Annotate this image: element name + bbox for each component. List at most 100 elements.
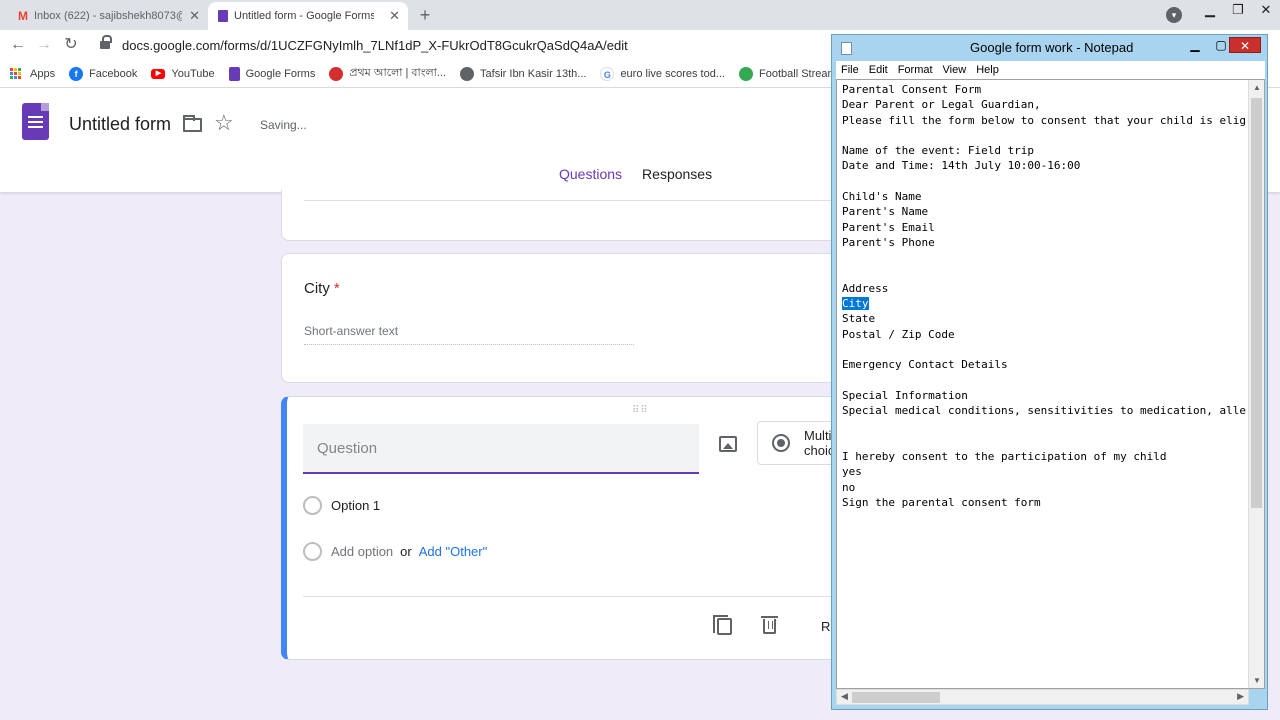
notepad-line-text: Date and Time: 14th July 10:00-16:00 xyxy=(842,159,1081,173)
bookmark-label: Apps xyxy=(30,67,56,80)
notepad-line-text: Name of the event: Field trip xyxy=(842,144,1035,158)
youtube-icon: ▶ xyxy=(151,68,166,79)
notepad-line-text: Parent's Name xyxy=(842,205,929,219)
notepad-line: Child's Name xyxy=(842,189,1246,204)
minimize-icon[interactable]: ▁ xyxy=(1182,37,1208,53)
bookmark-label: Google Forms xyxy=(245,67,316,80)
notepad-line-text: Dear Parent or Legal Guardian, xyxy=(842,98,1041,112)
scroll-thumb[interactable] xyxy=(852,692,940,703)
notepad-text-area[interactable]: Parental Consent Form Dear Parent or Lega… xyxy=(836,79,1265,689)
close-tab-icon[interactable]: ✕ xyxy=(189,8,200,24)
radio-selected-icon xyxy=(772,434,790,452)
gmail-icon: M xyxy=(18,9,28,23)
question-card-city[interactable]: City * Short-answer text xyxy=(281,253,841,383)
scroll-left-icon[interactable]: ◀ xyxy=(841,691,848,702)
folder-icon[interactable] xyxy=(183,115,202,132)
horizontal-scrollbar[interactable]: ◀ ▶ xyxy=(836,689,1249,705)
notepad-line-text: Special medical conditions, sensitivitie… xyxy=(842,404,1246,418)
notepad-titlebar[interactable]: Google form work - Notepad ▁ ▢ ✕ xyxy=(832,35,1267,61)
previous-question-card[interactable] xyxy=(281,190,844,241)
tab-responses[interactable]: Responses xyxy=(632,166,722,193)
google-icon: G xyxy=(600,66,615,81)
vertical-scrollbar[interactable]: ▲ ▼ xyxy=(1248,80,1264,688)
bookmark-tafsir[interactable]: Tafsir Ibn Kasir 13th... xyxy=(460,66,587,81)
bookmark-label: প্রথম আলো | বাংলা... xyxy=(349,67,447,79)
minimize-icon[interactable]: ▁ xyxy=(1196,0,1224,22)
bookmark-label: euro live scores tod... xyxy=(620,67,725,80)
menu-format[interactable]: Format xyxy=(898,64,933,76)
notepad-line-text: State xyxy=(842,312,876,326)
notepad-line: Postal / Zip Code xyxy=(842,327,1246,342)
back-icon[interactable]: ← xyxy=(8,35,28,55)
scroll-thumb[interactable] xyxy=(1251,98,1262,508)
notepad-icon xyxy=(841,42,852,55)
save-status: Saving... xyxy=(260,118,307,132)
close-icon[interactable]: ✕ xyxy=(1229,37,1261,53)
menu-edit[interactable]: Edit xyxy=(869,64,888,76)
scroll-down-icon[interactable]: ▼ xyxy=(1253,676,1261,685)
card-footer-divider xyxy=(303,596,843,597)
close-tab-icon[interactable]: ✕ xyxy=(389,8,400,24)
forward-icon[interactable]: → xyxy=(34,35,54,55)
notepad-line: Sign the parental consent form xyxy=(842,495,1246,510)
notepad-line: Special Information xyxy=(842,388,1246,403)
scroll-right-icon[interactable]: ▶ xyxy=(1237,691,1244,702)
bookmark-facebook[interactable]: f Facebook xyxy=(69,66,138,81)
add-other-link[interactable]: Add "Other" xyxy=(419,544,488,559)
profile-icon[interactable]: ▾ xyxy=(1166,7,1182,23)
notepad-line xyxy=(842,419,1246,434)
bookmark-label: Tafsir Ibn Kasir 13th... xyxy=(480,67,587,80)
notepad-line: I hereby consent to the participation of… xyxy=(842,449,1246,464)
form-title[interactable]: Untitled form xyxy=(69,114,171,135)
menu-file[interactable]: File xyxy=(841,64,859,76)
notepad-line: Special medical conditions, sensitivitie… xyxy=(842,403,1246,418)
new-tab-button[interactable]: + xyxy=(414,4,436,26)
active-question-card[interactable]: ⠿⠿ Question Multiple choice Option 1 Add… xyxy=(281,396,874,660)
notepad-line: Parent's Phone xyxy=(842,235,1246,250)
notepad-line: Parental Consent Form xyxy=(842,82,1246,97)
notepad-menubar: File Edit Format View Help xyxy=(836,61,1265,79)
bookmark-prothom-alo[interactable]: প্রথম আলো | বাংলা... xyxy=(329,64,446,83)
bookmark-label: Facebook xyxy=(89,67,138,80)
tab-questions[interactable]: Questions xyxy=(549,166,633,193)
facebook-icon: f xyxy=(69,66,84,81)
restore-icon[interactable]: ❐ xyxy=(1224,0,1252,22)
tab-google-forms[interactable]: Untitled form - Google Forms ✕ xyxy=(208,2,408,30)
option-row[interactable]: Option 1 xyxy=(303,496,380,515)
selected-text: City xyxy=(842,297,869,311)
menu-help[interactable]: Help xyxy=(976,64,999,76)
notepad-line-text: Sign the parental consent form xyxy=(842,496,1041,510)
bookmark-youtube[interactable]: ▶ YouTube xyxy=(151,68,215,80)
notepad-line-text: no xyxy=(842,480,856,494)
bookmark-apps[interactable]: Apps xyxy=(10,67,56,80)
forms-tabs: Questions Responses xyxy=(549,166,722,193)
star-icon[interactable]: ☆ xyxy=(214,110,234,136)
bookmark-euro-scores[interactable]: G euro live scores tod... xyxy=(600,66,725,81)
notepad-line: Please fill the form below to consent th… xyxy=(842,113,1246,128)
question-title: City * xyxy=(304,280,340,297)
bookmark-google-forms[interactable]: Google Forms xyxy=(228,66,316,81)
drag-handle-icon[interactable]: ⠿⠿ xyxy=(632,405,649,416)
add-image-icon[interactable] xyxy=(719,436,737,452)
address-bar[interactable]: docs.google.com/forms/d/1UCZFGNyImlh_7LN… xyxy=(92,33,832,57)
close-icon[interactable]: ✕ xyxy=(1252,0,1280,22)
tab-gmail[interactable]: M Inbox (622) - sajibshekh8073@gmail.com… xyxy=(8,2,208,30)
globe-icon xyxy=(460,66,475,81)
google-forms-logo-icon[interactable] xyxy=(22,103,49,140)
google-forms-tab-icon xyxy=(218,10,228,22)
question-input[interactable]: Question xyxy=(303,424,699,474)
menu-view[interactable]: View xyxy=(943,64,967,76)
tab-label: Untitled form - Google Forms xyxy=(234,10,374,22)
scroll-up-icon[interactable]: ▲ xyxy=(1253,83,1261,92)
delete-icon[interactable] xyxy=(761,616,778,634)
duplicate-icon[interactable] xyxy=(713,615,732,635)
notepad-line-text: Address xyxy=(842,281,889,295)
browser-window-controls: ▁ ❐ ✕ xyxy=(1196,0,1280,22)
required-asterisk: * xyxy=(333,280,340,297)
notepad-line xyxy=(842,128,1246,143)
reload-icon[interactable]: ↻ xyxy=(61,35,81,55)
google-forms-icon xyxy=(228,66,240,81)
option-label[interactable]: Option 1 xyxy=(331,498,380,513)
notepad-line-text: Parental Consent Form xyxy=(842,83,982,96)
add-option-link[interactable]: Add option xyxy=(331,544,393,559)
